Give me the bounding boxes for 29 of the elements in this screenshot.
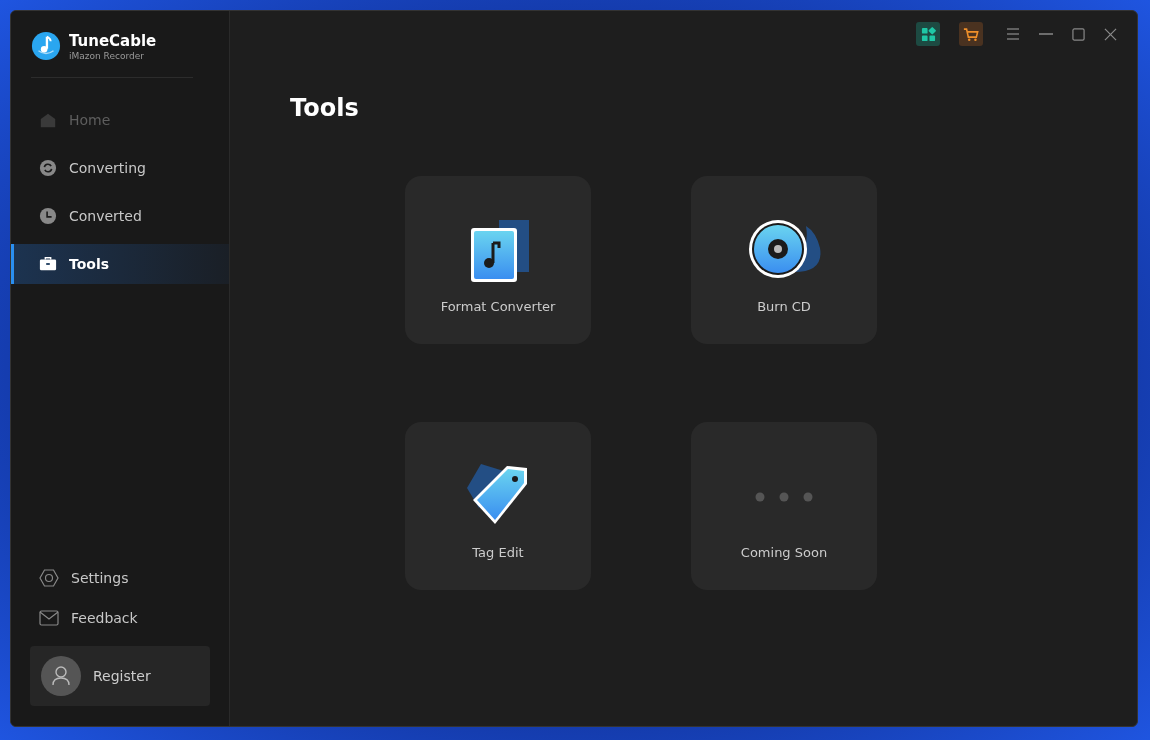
music-note-logo-icon [31,31,61,61]
cart-button[interactable] [959,22,983,46]
nav-item[interactable]: Feedback [11,598,229,638]
toolbox-icon [39,255,57,273]
apps-icon [920,26,936,42]
home-icon [39,111,57,129]
apps-button[interactable] [916,22,940,46]
nav-item[interactable]: Settings [11,558,229,598]
page-title: Tools [290,94,360,122]
ellipsis-icon [755,492,813,502]
close-icon[interactable] [1104,27,1117,41]
clock-icon [39,207,57,225]
avatar-icon [41,656,81,696]
register-button[interactable]: Register [30,646,210,706]
maximize-icon[interactable] [1072,27,1085,41]
tool-card[interactable]: Burn CD [691,176,877,344]
nav-item[interactable]: Converted [11,196,229,236]
mail-icon [39,610,59,626]
cart-icon [963,26,979,42]
app-name: TuneCable [69,31,157,50]
refresh-icon [39,159,57,177]
app-subtitle: iMazon Recorder [69,50,145,61]
tool-card[interactable]: Format Converter [405,176,591,344]
menu-icon[interactable] [1006,28,1020,40]
tool-card[interactable]: Coming Soon [691,422,877,590]
settings-icon [39,568,59,588]
nav-item[interactable]: Converting [11,148,229,188]
tool-card[interactable]: Tag Edit [405,422,591,590]
nav-item[interactable]: Tools [11,244,229,284]
